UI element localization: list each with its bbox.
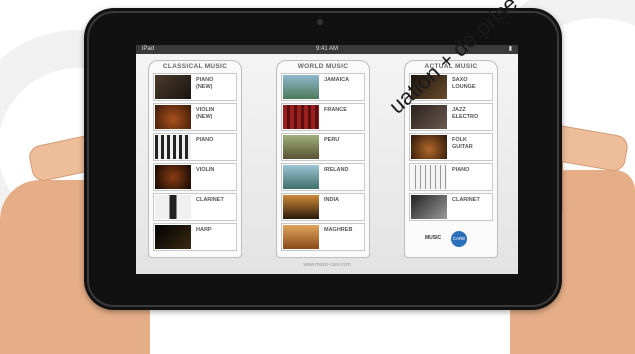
india-thumbnail (283, 195, 319, 219)
music-menu: CLASSICAL MUSIC PIANO (NEW) VIOLIN (NEW)… (136, 54, 518, 274)
tablet-device: iPad 9:41 AM ▮ CLASSICAL MUSIC PIANO (NE… (84, 8, 562, 310)
clarinet-thumbnail (155, 195, 191, 219)
item-label: VIOLIN (196, 167, 215, 173)
clarinet-thumbnail (411, 195, 447, 219)
menu-item-jazz-electro[interactable]: JAZZ ELECTRO (409, 103, 493, 131)
violin-dark-thumbnail (155, 165, 191, 189)
ireland-thumbnail (283, 165, 319, 189)
menu-item-violin-new[interactable]: VIOLIN (NEW) (153, 103, 237, 131)
menu-item-ireland[interactable]: IRELAND (281, 163, 365, 191)
menu-item-clarinet[interactable]: CLARINET (153, 193, 237, 221)
item-label: INDIA (324, 197, 339, 203)
france-thumbnail (283, 105, 319, 129)
menu-item-jamaica[interactable]: JAMAICA (281, 73, 365, 101)
column-classical-music: CLASSICAL MUSIC PIANO (NEW) VIOLIN (NEW)… (148, 60, 242, 258)
logo-circle: CARE (451, 231, 467, 247)
menu-item-violin[interactable]: VIOLIN (153, 163, 237, 191)
item-label: SAXO LOUNGE (452, 77, 476, 90)
item-label: CLARINET (452, 197, 480, 203)
photo-scene: iPad 9:41 AM ▮ CLASSICAL MUSIC PIANO (NE… (0, 0, 635, 354)
menu-item-clarinet[interactable]: CLARINET (409, 193, 493, 221)
jamaica-thumbnail (283, 75, 319, 99)
item-label: PIANO (196, 137, 214, 143)
violin-thumbnail (155, 105, 191, 129)
column-title: CLASSICAL MUSIC (162, 63, 228, 70)
item-label: PERU (324, 137, 340, 143)
menu-item-maghreb[interactable]: MAGHREB (281, 223, 365, 251)
item-label: HARP (196, 227, 212, 233)
item-label: PIANO (NEW) (196, 77, 214, 90)
piano-keys-thumbnail (411, 165, 447, 189)
battery-icon: ▮ (508, 46, 512, 52)
menu-item-india[interactable]: INDIA (281, 193, 365, 221)
piano-thumbnail (155, 75, 191, 99)
column-world-music: WORLD MUSIC JAMAICA FRANCE PERU IRELAND … (276, 60, 370, 258)
piano-keys-thumbnail (155, 135, 191, 159)
item-label: CLARINET (196, 197, 224, 203)
menu-item-harp[interactable]: HARP (153, 223, 237, 251)
item-label: FOLK GUITAR (452, 137, 473, 150)
column-title: WORLD MUSIC (297, 63, 349, 70)
peru-thumbnail (283, 135, 319, 159)
item-label: MAGHREB (324, 227, 353, 233)
footer-url: www.music-care.com (303, 262, 351, 268)
guitar-thumbnail (411, 135, 447, 159)
item-label: VIOLIN (NEW) (196, 107, 215, 120)
item-label: FRANCE (324, 107, 347, 113)
harp-thumbnail (155, 225, 191, 249)
jazz-thumbnail (411, 105, 447, 129)
item-label: PIANO (452, 167, 470, 173)
camera-icon (317, 19, 323, 25)
menu-item-france[interactable]: FRANCE (281, 103, 365, 131)
maghreb-thumbnail (283, 225, 319, 249)
menu-item-folk-guitar[interactable]: FOLK GUITAR (409, 133, 493, 161)
item-label: JAZZ ELECTRO (452, 107, 479, 120)
menu-item-piano[interactable]: PIANO (153, 133, 237, 161)
menu-item-piano-new[interactable]: PIANO (NEW) (153, 73, 237, 101)
menu-item-piano[interactable]: PIANO (409, 163, 493, 191)
music-care-logo: MUSIC CARE (425, 231, 481, 253)
item-label: JAMAICA (324, 77, 350, 83)
logo-text: MUSIC (425, 235, 442, 241)
tablet-screen: iPad 9:41 AM ▮ CLASSICAL MUSIC PIANO (NE… (136, 45, 518, 274)
item-label: IRELAND (324, 167, 349, 173)
menu-item-peru[interactable]: PERU (281, 133, 365, 161)
